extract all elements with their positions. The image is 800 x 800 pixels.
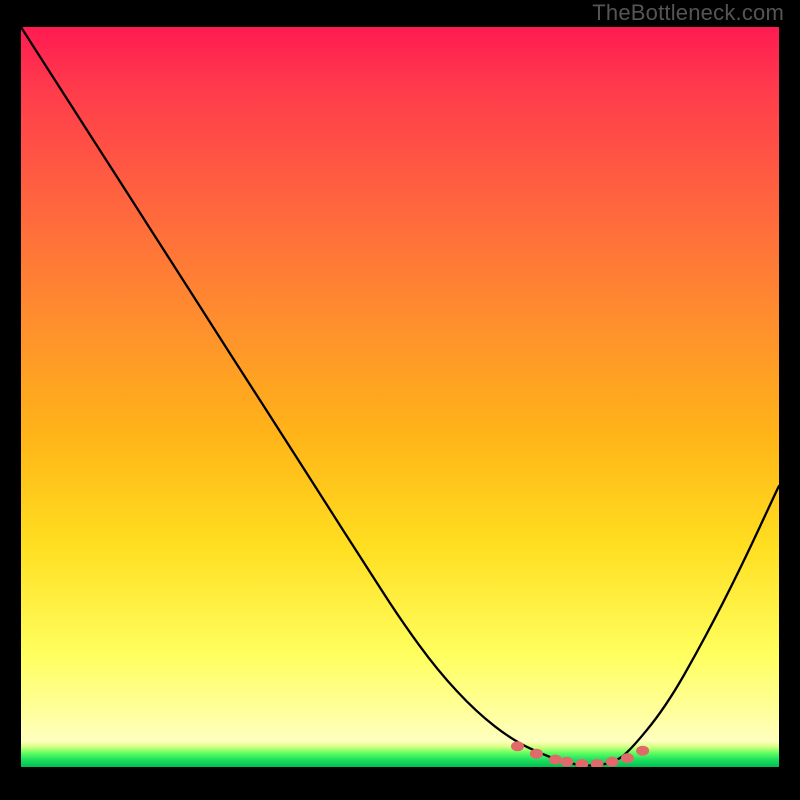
- valley-dot: [606, 757, 619, 767]
- valley-dot: [511, 741, 524, 751]
- valley-dot: [549, 755, 562, 765]
- valley-dot: [591, 759, 604, 767]
- plot-area: [21, 27, 779, 767]
- chart-frame: TheBottleneck.com: [0, 0, 800, 800]
- valley-dot: [575, 759, 588, 767]
- overlay-svg: [21, 27, 779, 767]
- watermark-text: TheBottleneck.com: [592, 0, 784, 26]
- bottleneck-curve: [21, 27, 779, 766]
- valley-dots: [511, 741, 649, 767]
- valley-dot: [530, 749, 543, 759]
- valley-dot: [636, 746, 649, 756]
- valley-dot: [621, 753, 634, 763]
- valley-dot: [560, 757, 573, 767]
